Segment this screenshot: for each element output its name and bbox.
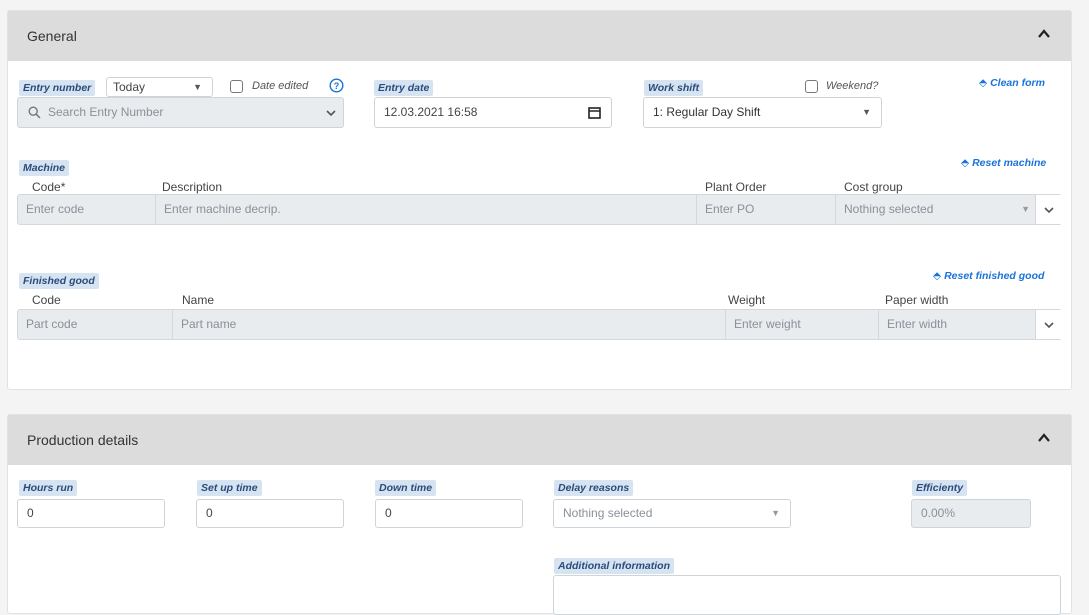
- entry-number-search-input[interactable]: Search Entry Number: [17, 97, 344, 128]
- finished-good-row-expand[interactable]: [1035, 310, 1062, 339]
- additional-information-tag: Additional information: [554, 558, 674, 574]
- production-details-panel: Production details Hours run 0 Set up ti…: [7, 414, 1072, 615]
- efficiency-value: 0.00%: [921, 506, 956, 520]
- chevron-up-icon[interactable]: [1035, 429, 1053, 447]
- finished-good-col-weight: Weight: [728, 293, 766, 307]
- additional-information-textarea[interactable]: [553, 575, 1061, 615]
- machine-row-expand[interactable]: [1035, 195, 1062, 224]
- set-up-time-value: 0: [206, 506, 213, 520]
- machine-col-description: Description: [162, 180, 223, 194]
- hours-run-value: 0: [27, 506, 34, 520]
- reset-finished-good-link[interactable]: ⬘ Reset finished good: [933, 270, 1044, 282]
- clean-form-link[interactable]: ⬘ Clean form: [979, 77, 1045, 89]
- production-panel-title: Production details: [27, 432, 139, 448]
- efficiency-tag: Efficienty: [912, 480, 968, 496]
- machine-col-plant-order: Plant Order: [705, 180, 767, 194]
- reset-machine-label: Reset machine: [972, 157, 1047, 169]
- general-panel-header[interactable]: General: [8, 11, 1071, 61]
- delay-reasons-tag: Delay reasons: [554, 480, 634, 496]
- weekend-label: Weekend?: [826, 80, 879, 92]
- chevron-down-icon: [1044, 322, 1054, 329]
- machine-cost-group-select[interactable]: Nothing selected ▼: [836, 195, 1036, 224]
- entry-number-period-select[interactable]: Today ▼: [106, 77, 213, 97]
- weight-input[interactable]: Enter weight: [726, 310, 879, 339]
- weekend-checkbox[interactable]: [805, 80, 818, 93]
- part-name-input[interactable]: Part name: [173, 310, 726, 339]
- machine-col-code: Code*: [32, 180, 66, 194]
- finished-good-row: Part code Part name Enter weight Enter w…: [17, 309, 1062, 340]
- machine-plant-order-input[interactable]: Enter PO: [697, 195, 836, 224]
- chevron-down-icon: [1044, 207, 1054, 214]
- general-panel-title: General: [27, 28, 77, 44]
- search-icon: [28, 106, 41, 119]
- work-shift-tag: Work shift: [644, 80, 704, 96]
- caret-down-icon: ▼: [862, 107, 871, 117]
- hours-run-input[interactable]: 0: [17, 499, 165, 528]
- down-time-input[interactable]: 0: [375, 499, 523, 528]
- chevron-up-icon[interactable]: [1035, 25, 1053, 43]
- set-up-time-tag: Set up time: [197, 480, 262, 496]
- delay-reasons-select[interactable]: Nothing selected ▼: [553, 499, 791, 528]
- delay-reasons-value: Nothing selected: [563, 506, 653, 520]
- entry-date-value: 12.03.2021 16:58: [384, 105, 478, 119]
- calendar-icon[interactable]: [588, 106, 601, 119]
- eraser-icon: ⬘: [961, 157, 970, 169]
- entry-number-period-value: Today: [113, 80, 146, 94]
- machine-col-cost-group: Cost group: [844, 180, 903, 194]
- finished-good-col-name: Name: [182, 293, 215, 307]
- down-time-tag: Down time: [375, 480, 437, 496]
- set-up-time-input[interactable]: 0: [196, 499, 344, 528]
- paper-width-input[interactable]: Enter width: [879, 310, 1035, 339]
- caret-down-icon: ▼: [1021, 204, 1030, 214]
- machine-code-input[interactable]: Enter code: [18, 195, 156, 224]
- machine-description-input[interactable]: Enter machine decrip.: [156, 195, 697, 224]
- caret-down-icon: ▼: [193, 82, 202, 92]
- entry-date-input[interactable]: 12.03.2021 16:58: [374, 97, 612, 128]
- svg-text:?: ?: [334, 81, 340, 91]
- down-time-value: 0: [385, 506, 392, 520]
- entry-number-search-placeholder: Search Entry Number: [48, 105, 164, 119]
- clean-form-label: Clean form: [990, 77, 1045, 89]
- chevron-down-icon[interactable]: [325, 108, 337, 118]
- part-code-input[interactable]: Part code: [18, 310, 173, 339]
- cost-group-value: Nothing selected: [844, 202, 934, 216]
- reset-finished-good-label: Reset finished good: [944, 270, 1045, 282]
- reset-machine-link[interactable]: ⬘ Reset machine: [961, 157, 1046, 169]
- eraser-icon: ⬘: [933, 270, 942, 282]
- entry-number-tag: Entry number: [19, 80, 96, 96]
- finished-good-tag: Finished good: [19, 273, 99, 289]
- machine-row: Enter code Enter machine decrip. Enter P…: [17, 194, 1062, 225]
- date-edited-label: Date edited: [252, 80, 309, 92]
- work-shift-value: 1: Regular Day Shift: [653, 105, 761, 119]
- finished-good-col-code: Code: [32, 293, 61, 307]
- date-edited-checkbox[interactable]: [230, 80, 243, 93]
- help-icon[interactable]: ?: [329, 78, 344, 93]
- caret-down-icon: ▼: [771, 508, 780, 518]
- general-panel: General Entry number Today ▼ Date edited…: [7, 10, 1072, 390]
- work-shift-select[interactable]: 1: Regular Day Shift ▼: [643, 97, 882, 128]
- efficiency-output: 0.00%: [911, 499, 1031, 528]
- production-panel-header[interactable]: Production details: [8, 415, 1071, 465]
- machine-tag: Machine: [19, 160, 70, 176]
- hours-run-tag: Hours run: [19, 480, 78, 496]
- entry-date-tag: Entry date: [374, 80, 434, 96]
- finished-good-col-paper-width: Paper width: [885, 293, 949, 307]
- eraser-icon: ⬘: [979, 77, 988, 89]
